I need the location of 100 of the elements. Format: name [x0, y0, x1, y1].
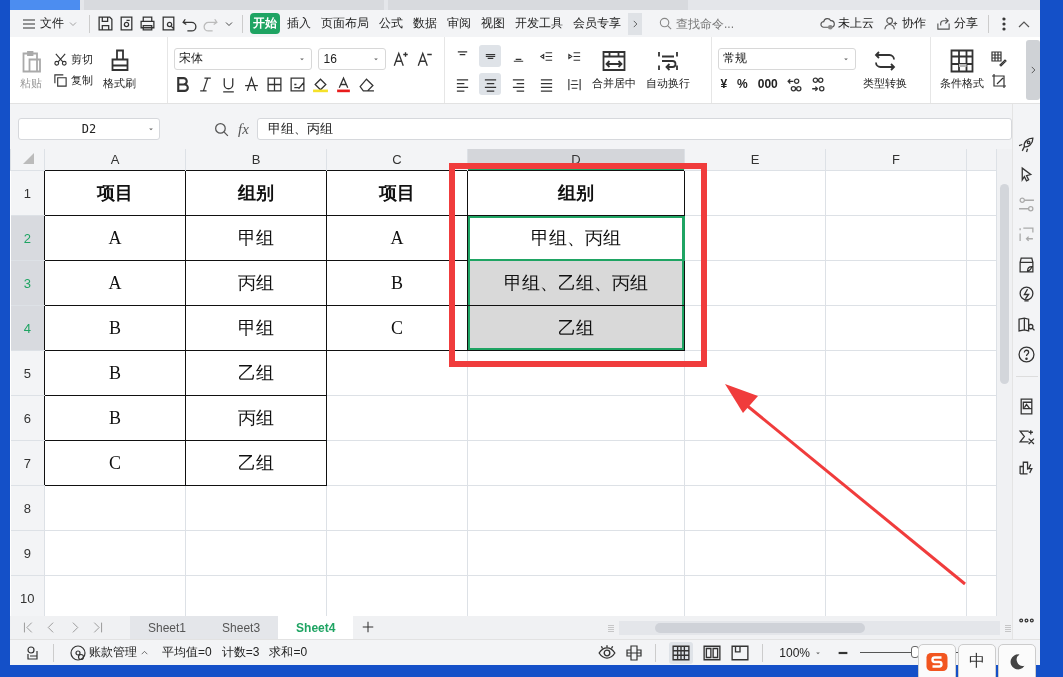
zoom-icon[interactable] — [213, 120, 230, 138]
strikethrough-icon[interactable] — [243, 75, 261, 93]
fill-color-icon[interactable] — [312, 75, 330, 93]
layout-view-icon[interactable] — [703, 643, 722, 662]
ribbon-tab[interactable]: 审阅 — [444, 13, 474, 35]
table-cell: B — [44, 395, 186, 441]
formula-icon[interactable] — [1018, 428, 1035, 446]
share-button[interactable]: 分享 — [933, 15, 981, 33]
row-header[interactable]: 9 — [10, 530, 45, 576]
table-cell: 乙组 — [185, 440, 327, 486]
row-header[interactable]: 1 — [10, 170, 45, 216]
account-management-button[interactable]: 账款管理 — [67, 644, 152, 662]
column-header[interactable]: F — [825, 149, 967, 171]
file-menu[interactable]: 文件 — [18, 15, 82, 33]
function-label[interactable]: fx — [238, 120, 249, 138]
help-icon[interactable] — [1018, 346, 1035, 364]
font-name-dropdown[interactable]: 宋体 — [174, 47, 313, 70]
ribbon-tab[interactable]: 公式 — [376, 13, 406, 35]
person-add-icon — [884, 16, 899, 32]
table-edit-icon[interactable] — [991, 51, 1007, 68]
column-header[interactable]: E — [684, 149, 826, 171]
cloud-status-button[interactable]: 未上云 — [817, 15, 877, 33]
input-mode-button[interactable]: 中 — [958, 644, 996, 677]
merge-center-button[interactable]: 合并居中 — [589, 49, 640, 92]
print-preview-icon[interactable] — [160, 15, 177, 33]
cell-format-icon[interactable] — [289, 75, 307, 93]
table-cell: A — [326, 215, 468, 261]
print-icon[interactable] — [139, 15, 156, 33]
table-cell: B — [44, 305, 186, 351]
night-mode-button[interactable] — [998, 644, 1036, 677]
status-stat: 平均值=0 — [162, 644, 212, 662]
sheet-tab[interactable]: Sheet1 — [130, 616, 205, 640]
eye-icon[interactable] — [598, 643, 617, 662]
export-icon[interactable] — [118, 15, 135, 33]
thousands-separator-button[interactable]: 000 — [755, 77, 780, 92]
page-break-icon[interactable] — [731, 643, 750, 662]
table-icon — [950, 49, 974, 74]
sheet-tab[interactable]: Sheet3 — [204, 616, 279, 640]
row-header[interactable]: 5 — [10, 350, 45, 396]
column-header[interactable]: A — [44, 149, 186, 171]
table-cell: 项目 — [44, 170, 186, 216]
macro-icon[interactable] — [24, 644, 40, 661]
column-header[interactable]: C — [326, 149, 468, 171]
currency-button[interactable]: ¥ — [718, 77, 730, 92]
sliders-icon[interactable] — [1018, 196, 1035, 214]
cut-button[interactable]: 剪切 — [50, 52, 96, 68]
shop-icon[interactable] — [1018, 256, 1035, 274]
grid-view-icon[interactable] — [672, 643, 691, 662]
table-cell: A — [44, 215, 186, 261]
merge-cells-icon — [602, 49, 627, 74]
table-cell: B — [326, 260, 468, 306]
wrap-text-button[interactable]: 自动换行 — [643, 49, 694, 92]
search-field[interactable]: 查找命令... — [658, 16, 758, 32]
align-center-icon[interactable] — [482, 76, 498, 92]
rocket-icon[interactable] — [1018, 136, 1035, 154]
eraser-icon[interactable] — [358, 75, 376, 93]
font-size-dropdown[interactable]: 16 — [318, 47, 387, 70]
format-painter-button[interactable]: 格式刷 — [100, 49, 139, 92]
type-convert-button[interactable]: 类型转换 — [860, 49, 911, 92]
account-icon — [70, 644, 86, 661]
ribbon-tab[interactable]: 视图 — [478, 13, 508, 35]
lightbulb-icon[interactable] — [1018, 286, 1035, 304]
image-icon[interactable] — [1018, 398, 1035, 416]
horizontal-scrollbar[interactable] — [619, 620, 1000, 635]
ribbon-tab[interactable]: 会员专享 — [570, 13, 624, 35]
ribbon-tab[interactable]: 开发工具 — [512, 13, 566, 35]
row-header[interactable]: 8 — [10, 485, 45, 531]
row-header[interactable]: 10 — [10, 575, 45, 617]
ribbon-tab[interactable]: 页面布局 — [318, 13, 372, 35]
chevron-right-icon — [630, 18, 640, 29]
font-color-icon[interactable] — [335, 75, 353, 93]
add-sheet-icon[interactable] — [361, 620, 376, 635]
conditional-format-button[interactable]: 条件格式 — [937, 49, 987, 92]
book-search-icon[interactable] — [1018, 316, 1035, 334]
increase-font-icon[interactable] — [392, 49, 411, 68]
bold-icon[interactable] — [174, 75, 192, 93]
save-icon[interactable] — [97, 15, 114, 33]
row-header[interactable]: 7 — [10, 440, 45, 486]
status-stat: 求和=0 — [269, 644, 308, 662]
distribute-icon[interactable] — [566, 76, 582, 92]
collaborate-button[interactable]: 协作 — [881, 15, 929, 33]
zoom-dropdown[interactable]: 100% — [776, 645, 826, 660]
justify-icon[interactable] — [538, 76, 554, 92]
row-header[interactable]: 6 — [10, 395, 45, 441]
borders-icon[interactable] — [266, 75, 284, 93]
name-box[interactable]: D2 — [18, 118, 160, 141]
number-format-dropdown[interactable]: 常规 — [718, 47, 857, 70]
table-edit-icon[interactable] — [991, 73, 1007, 90]
table-cell: 乙组 — [467, 305, 685, 351]
align-right-icon[interactable] — [510, 76, 526, 92]
column-header[interactable]: B — [185, 149, 327, 171]
ribbon-tab[interactable]: 数据 — [410, 13, 440, 35]
cross-icon[interactable] — [626, 644, 643, 661]
formula-field[interactable]: 甲组、丙组 — [256, 118, 1012, 141]
ime-logo-button[interactable] — [918, 644, 956, 677]
align-left-icon[interactable] — [454, 76, 470, 92]
percent-button[interactable]: % — [735, 77, 750, 92]
decrease-font-icon[interactable] — [416, 49, 435, 68]
copy-button[interactable]: 复制 — [50, 73, 96, 89]
ribbon-tab[interactable]: 插入 — [284, 13, 314, 35]
